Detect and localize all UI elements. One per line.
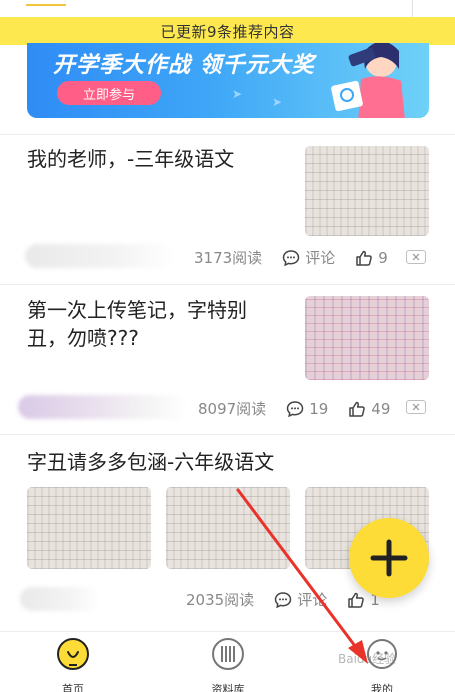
comment-icon: [282, 249, 300, 266]
comment-count: 19: [309, 399, 329, 418]
add-post-button[interactable]: [349, 518, 429, 598]
post-thumbnail[interactable]: [27, 487, 151, 569]
close-icon: [412, 253, 420, 261]
update-notice-text: 已更新9条推荐内容: [160, 22, 295, 41]
like-stat[interactable]: 49: [348, 400, 390, 418]
post-card[interactable]: 我的老师，-三年级语文 3173阅读 评论 9: [0, 134, 455, 284]
promo-title: 开学季大作战 领千元大奖: [53, 53, 315, 78]
read-count: 2035阅读: [186, 591, 255, 609]
join-button[interactable]: 立即参与: [57, 81, 161, 105]
watermark: Baidu经验: [338, 652, 397, 666]
tab-profile-label: 我的: [371, 683, 393, 692]
tab-home-label: 首页: [62, 683, 84, 692]
thumbs-up-icon: [356, 250, 373, 266]
comment-label: 评论: [297, 591, 328, 609]
post-stats: 8097阅读 19 49: [198, 398, 410, 419]
post-thumbnail[interactable]: [305, 146, 429, 236]
thumbs-up-icon: [349, 401, 366, 417]
author-avatar[interactable]: [20, 587, 100, 611]
like-count: 9: [378, 248, 388, 267]
thumbs-up-icon: [348, 592, 365, 608]
author-avatar[interactable]: [18, 395, 188, 419]
update-notice-banner: 已更新9条推荐内容: [0, 17, 455, 45]
post-card[interactable]: 第一次上传笔记，字特别 丑，勿喷??? 8097阅读 19 49: [0, 284, 455, 434]
post-title[interactable]: 字丑请多多包涵-六年级语文: [27, 445, 274, 479]
comment-stat[interactable]: 19: [286, 400, 328, 418]
fish-decoration-icon: ➤: [232, 87, 243, 101]
comment-icon: [274, 591, 292, 608]
comment-stat[interactable]: 评论: [282, 247, 335, 268]
read-count: 8097阅读: [198, 400, 267, 418]
library-icon: [212, 638, 244, 670]
top-divider: [412, 0, 413, 18]
like-count: 49: [371, 399, 391, 418]
like-stat[interactable]: 9: [355, 249, 388, 267]
comment-label: 评论: [305, 249, 336, 267]
dismiss-button[interactable]: [406, 250, 426, 264]
post-title-line-2[interactable]: 丑，勿喷???: [27, 321, 139, 355]
fish-decoration-icon: ➤: [272, 95, 283, 109]
dismiss-button[interactable]: [406, 400, 426, 414]
tab-library-label: 资料库: [211, 683, 245, 692]
promo-banner[interactable]: 开学季大作战 领千元大奖 立即参与 ➤ ➤: [27, 43, 429, 118]
close-icon: [412, 403, 420, 411]
student-illustration-icon: [331, 43, 405, 118]
post-title[interactable]: 我的老师，-三年级语文: [27, 142, 234, 176]
read-count: 3173阅读: [194, 249, 263, 267]
comment-icon: [286, 400, 304, 417]
cutoff-tab-indicator: [26, 0, 66, 6]
home-bulb-icon: [57, 638, 89, 670]
post-thumbnail[interactable]: [305, 296, 429, 380]
comment-stat[interactable]: 评论: [274, 589, 327, 610]
post-stats: 3173阅读 评论 9: [194, 247, 408, 268]
tab-library[interactable]: 资料库: [178, 638, 278, 692]
plus-icon: [370, 539, 408, 577]
tab-home[interactable]: 首页: [23, 638, 123, 692]
post-thumbnail[interactable]: [166, 487, 290, 569]
author-avatar[interactable]: [25, 244, 175, 268]
